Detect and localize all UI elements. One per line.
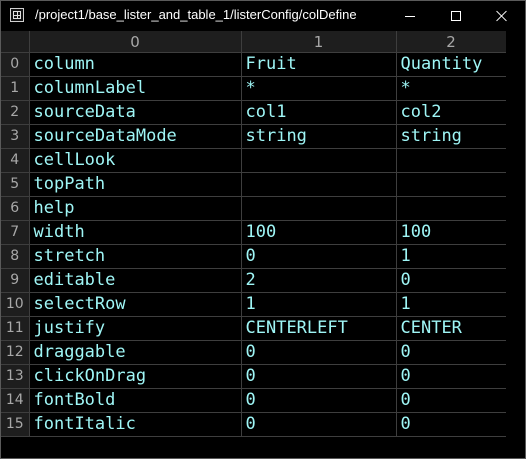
row-header[interactable]: 5	[1, 172, 30, 197]
table-cell[interactable]	[241, 172, 397, 197]
table-cell[interactable]: *	[396, 76, 507, 101]
title-bar[interactable]: /project1/base_lister_and_table_1/lister…	[1, 1, 525, 31]
table-row: 4 cellLook	[1, 148, 507, 173]
table-cell[interactable]: sourceDataMode	[29, 124, 242, 149]
table-row: 8 stretch 0 1	[1, 244, 507, 269]
table-cell[interactable]: 1	[396, 244, 507, 269]
table-cell[interactable]: columnLabel	[29, 76, 242, 101]
row-header[interactable]: 13	[1, 364, 30, 389]
maximize-icon	[451, 11, 461, 21]
table-cell[interactable]: 0	[241, 364, 397, 389]
table-cell[interactable]: stretch	[29, 244, 242, 269]
row-header[interactable]: 9	[1, 268, 30, 293]
table-cell[interactable]	[396, 148, 507, 173]
column-header[interactable]: 2	[396, 31, 507, 53]
table-cell[interactable]: 0	[396, 364, 507, 389]
table-cell[interactable]: 100	[241, 220, 397, 245]
row-header[interactable]: 14	[1, 388, 30, 413]
table-cell[interactable]: Quantity	[396, 52, 507, 77]
table-cell[interactable]: string	[241, 124, 397, 149]
row-header[interactable]: 8	[1, 244, 30, 269]
table-row: 11 justify CENTERLEFT CENTER	[1, 316, 507, 341]
table-cell[interactable]: selectRow	[29, 292, 242, 317]
table-cell[interactable]: editable	[29, 268, 242, 293]
column-header[interactable]: 0	[29, 31, 242, 53]
table-cell[interactable]: fontItalic	[29, 412, 242, 437]
column-header-row: 0 1 2	[1, 31, 507, 53]
maximize-button[interactable]	[433, 1, 479, 31]
table-row: 13 clickOnDrag 0 0	[1, 364, 507, 389]
column-header[interactable]: 1	[241, 31, 397, 53]
table-row: 15 fontItalic 0 0	[1, 412, 507, 437]
table-cell[interactable]: col1	[241, 100, 397, 125]
close-button[interactable]	[479, 1, 525, 31]
table-cell[interactable]: help	[29, 196, 242, 221]
row-header[interactable]: 12	[1, 340, 30, 365]
row-header[interactable]: 15	[1, 412, 30, 437]
table-cell[interactable]: 0	[396, 412, 507, 437]
table-cell[interactable]: Fruit	[241, 52, 397, 77]
table-cell[interactable]: 0	[241, 388, 397, 413]
table-cell[interactable]	[396, 172, 507, 197]
table-row: 9 editable 2 0	[1, 268, 507, 293]
table-row: 5 topPath	[1, 172, 507, 197]
table-cell[interactable]: cellLook	[29, 148, 242, 173]
table-cell[interactable]: 0	[396, 268, 507, 293]
table-cell[interactable]: clickOnDrag	[29, 364, 242, 389]
table-cell[interactable]: *	[241, 76, 397, 101]
table-cell[interactable]: 1	[396, 292, 507, 317]
row-header[interactable]: 10	[1, 292, 30, 317]
minimize-button[interactable]	[387, 1, 433, 31]
row-header[interactable]: 4	[1, 148, 30, 173]
table-row: 12 draggable 0 0	[1, 340, 507, 365]
table-cell[interactable]: 0	[241, 412, 397, 437]
table-cell[interactable]: 0	[396, 388, 507, 413]
table-row: 3 sourceDataMode string string	[1, 124, 507, 149]
table-cell[interactable]	[241, 196, 397, 221]
table-cell[interactable]: 1	[241, 292, 397, 317]
dat-viewer-window: /project1/base_lister_and_table_1/lister…	[0, 0, 526, 459]
close-icon	[496, 10, 508, 22]
table-cell[interactable]: 100	[396, 220, 507, 245]
table-cell[interactable]	[241, 148, 397, 173]
row-header[interactable]: 0	[1, 52, 30, 77]
table-cell[interactable]: draggable	[29, 340, 242, 365]
table-cell[interactable]	[396, 196, 507, 221]
table-cell[interactable]: 0	[241, 244, 397, 269]
table-cell[interactable]: CENTERLEFT	[241, 316, 397, 341]
table-row: 14 fontBold 0 0	[1, 388, 507, 413]
row-header[interactable]: 7	[1, 220, 30, 245]
table-cell[interactable]: fontBold	[29, 388, 242, 413]
table-cell[interactable]: 0	[241, 340, 397, 365]
table-row: 2 sourceData col1 col2	[1, 100, 507, 125]
row-header[interactable]: 11	[1, 316, 30, 341]
table-app-icon	[10, 8, 24, 22]
row-header[interactable]: 2	[1, 100, 30, 125]
row-header[interactable]: 6	[1, 196, 30, 221]
window-title: /project1/base_lister_and_table_1/lister…	[35, 7, 357, 22]
table-row: 7 width 100 100	[1, 220, 507, 245]
table-row: 10 selectRow 1 1	[1, 292, 507, 317]
table-cell[interactable]: 0	[396, 340, 507, 365]
table-cell[interactable]: sourceData	[29, 100, 242, 125]
table-cell[interactable]: CENTER	[396, 316, 507, 341]
table-cell[interactable]: 2	[241, 268, 397, 293]
table-cell[interactable]: width	[29, 220, 242, 245]
corner-cell[interactable]	[1, 31, 30, 53]
table-grid: 0 1 2 0 column Fruit Quantity 1 columnLabel * *…	[1, 31, 525, 458]
minimize-icon	[405, 16, 415, 17]
row-header[interactable]: 3	[1, 124, 30, 149]
table-cell[interactable]: col2	[396, 100, 507, 125]
table-row: 6 help	[1, 196, 507, 221]
table-row: 1 columnLabel * *	[1, 76, 507, 101]
table-cell[interactable]: justify	[29, 316, 242, 341]
data-table: 0 1 2 0 column Fruit Quantity 1 columnLabel * *…	[1, 31, 507, 437]
table-cell[interactable]: column	[29, 52, 242, 77]
table-cell[interactable]: topPath	[29, 172, 242, 197]
table-cell[interactable]: string	[396, 124, 507, 149]
row-header[interactable]: 1	[1, 76, 30, 101]
grid-empty-area	[506, 31, 525, 458]
table-row: 0 column Fruit Quantity	[1, 52, 507, 77]
